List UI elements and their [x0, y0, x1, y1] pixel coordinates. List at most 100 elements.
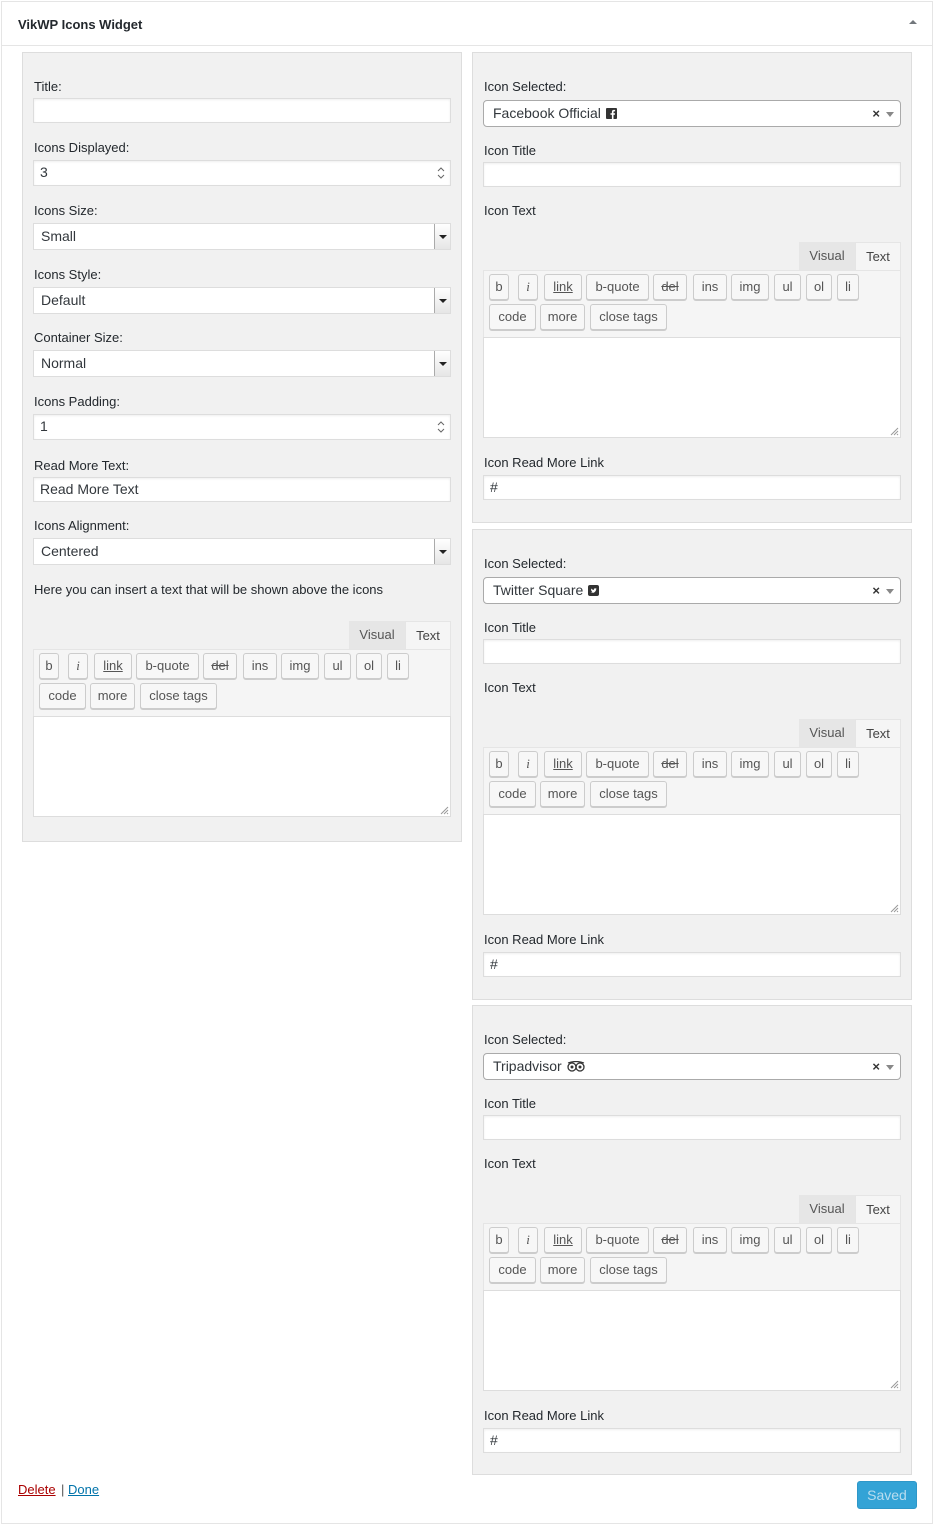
settings-qt-italic-button[interactable]: i: [68, 653, 88, 679]
icon-2-tab-visual[interactable]: Visual: [799, 1195, 855, 1223]
icon-link-input[interactable]: #: [483, 1428, 901, 1453]
settings-qt-img-button[interactable]: img: [281, 653, 319, 679]
settings-qt-close-tags-button[interactable]: close tags: [140, 683, 217, 709]
icon-1-qt-code-button[interactable]: code: [489, 781, 536, 807]
icon-link-input[interactable]: #: [483, 952, 901, 977]
icon-1-qt-bold-button[interactable]: b: [489, 751, 509, 777]
icon-1-qt-img-button[interactable]: img: [731, 751, 769, 777]
icon-1-qt-italic-button[interactable]: i: [518, 751, 538, 777]
chevron-down-icon[interactable]: [886, 589, 894, 594]
settings-qt-b-quote-button[interactable]: b-quote: [136, 653, 199, 679]
icon-0-tab-text[interactable]: Text: [855, 242, 901, 270]
icon-select[interactable]: Facebook Official ×: [483, 100, 901, 127]
settings-qt-del-button[interactable]: del: [203, 653, 237, 679]
icon-1-qt-ol-button[interactable]: ol: [806, 751, 832, 777]
icon-2-qt-link-button[interactable]: link: [544, 1227, 582, 1253]
icon-0-qt-b-quote-button[interactable]: b-quote: [586, 274, 649, 300]
icon-2-qt-close-tags-button[interactable]: close tags: [590, 1257, 667, 1283]
icon-1-qt-ins-button[interactable]: ins: [693, 751, 727, 777]
arrow-up-icon[interactable]: [906, 15, 920, 29]
icon-0-qt-li-button[interactable]: li: [837, 274, 859, 300]
spinner-icon[interactable]: [436, 166, 446, 180]
dropdown-arrow-icon: [434, 539, 450, 564]
icon-1-tab-visual[interactable]: Visual: [799, 719, 855, 747]
icons-padding-input[interactable]: 1: [33, 414, 451, 440]
icon-0-qt-del-button[interactable]: del: [653, 274, 687, 300]
title-input[interactable]: [33, 98, 451, 123]
icon-2-qt-italic-button[interactable]: i: [518, 1227, 538, 1253]
icon-title-input[interactable]: [483, 1115, 901, 1140]
icon-0-qt-ol-button[interactable]: ol: [806, 274, 832, 300]
icon-2-qt-del-button[interactable]: del: [653, 1227, 687, 1253]
spinner-icon[interactable]: [436, 420, 446, 434]
chevron-down-icon[interactable]: [886, 1065, 894, 1070]
chevron-down-icon[interactable]: [886, 112, 894, 117]
clear-icon[interactable]: ×: [872, 578, 880, 603]
icon-0-qt-italic-button[interactable]: i: [518, 274, 538, 300]
widget-header[interactable]: VikWP Icons Widget: [2, 2, 932, 46]
settings-tab-visual[interactable]: Visual: [349, 621, 405, 649]
icon-2-qt-ul-button[interactable]: ul: [774, 1227, 801, 1253]
resize-grip-icon[interactable]: [439, 805, 449, 815]
settings-qt-li-button[interactable]: li: [387, 653, 409, 679]
icon-2-qt-ins-button[interactable]: ins: [693, 1227, 727, 1253]
clear-icon[interactable]: ×: [872, 1054, 880, 1079]
container-size-select[interactable]: Normal: [33, 350, 451, 377]
icon-2-qt-li-button[interactable]: li: [837, 1227, 859, 1253]
resize-grip-icon[interactable]: [889, 1379, 899, 1389]
icon-title-input[interactable]: [483, 639, 901, 664]
icon-1-qt-link-button[interactable]: link: [544, 751, 582, 777]
settings-editor-textarea[interactable]: [33, 716, 451, 817]
icon-2-tab-text[interactable]: Text: [855, 1195, 901, 1223]
icon-1-qt-b-quote-button[interactable]: b-quote: [586, 751, 649, 777]
icon-1-qt-del-button[interactable]: del: [653, 751, 687, 777]
container-size-label: Container Size:: [34, 330, 123, 345]
icon-select[interactable]: Tripadvisor ×: [483, 1053, 901, 1080]
settings-tab-text[interactable]: Text: [405, 621, 451, 649]
icon-2-qt-bold-button[interactable]: b: [489, 1227, 509, 1253]
resize-grip-icon[interactable]: [889, 426, 899, 436]
icon-1-editor-textarea[interactable]: [483, 814, 901, 915]
icon-1-qt-ul-button[interactable]: ul: [774, 751, 801, 777]
settings-qt-ul-button[interactable]: ul: [324, 653, 351, 679]
settings-qt-more-button[interactable]: more: [90, 683, 135, 709]
icon-1-qt-more-button[interactable]: more: [540, 781, 585, 807]
icon-0-qt-bold-button[interactable]: b: [489, 274, 509, 300]
settings-qt-ol-button[interactable]: ol: [356, 653, 382, 679]
icon-0-qt-close-tags-button[interactable]: close tags: [590, 304, 667, 330]
delete-link[interactable]: Delete: [18, 1482, 56, 1497]
icons-displayed-input[interactable]: 3: [33, 160, 451, 186]
icon-0-qt-code-button[interactable]: code: [489, 304, 536, 330]
icon-1-qt-li-button[interactable]: li: [837, 751, 859, 777]
settings-qt-bold-button[interactable]: b: [39, 653, 59, 679]
icon-0-qt-img-button[interactable]: img: [731, 274, 769, 300]
icons-style-select[interactable]: Default: [33, 287, 451, 314]
settings-qt-ins-button[interactable]: ins: [243, 653, 277, 679]
icon-2-qt-ol-button[interactable]: ol: [806, 1227, 832, 1253]
alignment-select[interactable]: Centered: [33, 538, 451, 565]
icons-size-select[interactable]: Small: [33, 223, 451, 250]
icon-2-qt-b-quote-button[interactable]: b-quote: [586, 1227, 649, 1253]
icon-select[interactable]: Twitter Square ×: [483, 577, 901, 604]
icon-title-input[interactable]: [483, 162, 901, 187]
icon-0-qt-link-button[interactable]: link: [544, 274, 582, 300]
settings-qt-code-button[interactable]: code: [39, 683, 86, 709]
settings-qt-link-button[interactable]: link: [94, 653, 132, 679]
icon-1-tab-text[interactable]: Text: [855, 719, 901, 747]
icon-2-editor-textarea[interactable]: [483, 1290, 901, 1391]
icon-link-input[interactable]: #: [483, 475, 901, 500]
icon-2-qt-img-button[interactable]: img: [731, 1227, 769, 1253]
resize-grip-icon[interactable]: [889, 903, 899, 913]
icon-0-editor-textarea[interactable]: [483, 337, 901, 438]
icon-2-qt-code-button[interactable]: code: [489, 1257, 536, 1283]
icon-0-qt-ins-button[interactable]: ins: [693, 274, 727, 300]
done-link[interactable]: Done: [68, 1482, 99, 1497]
clear-icon[interactable]: ×: [872, 101, 880, 126]
read-more-input[interactable]: Read More Text: [33, 477, 451, 502]
icon-2-qt-more-button[interactable]: more: [540, 1257, 585, 1283]
icon-0-qt-ul-button[interactable]: ul: [774, 274, 801, 300]
icon-0-qt-more-button[interactable]: more: [540, 304, 585, 330]
saved-button[interactable]: Saved: [857, 1481, 917, 1509]
icon-1-qt-close-tags-button[interactable]: close tags: [590, 781, 667, 807]
icon-0-tab-visual[interactable]: Visual: [799, 242, 855, 270]
